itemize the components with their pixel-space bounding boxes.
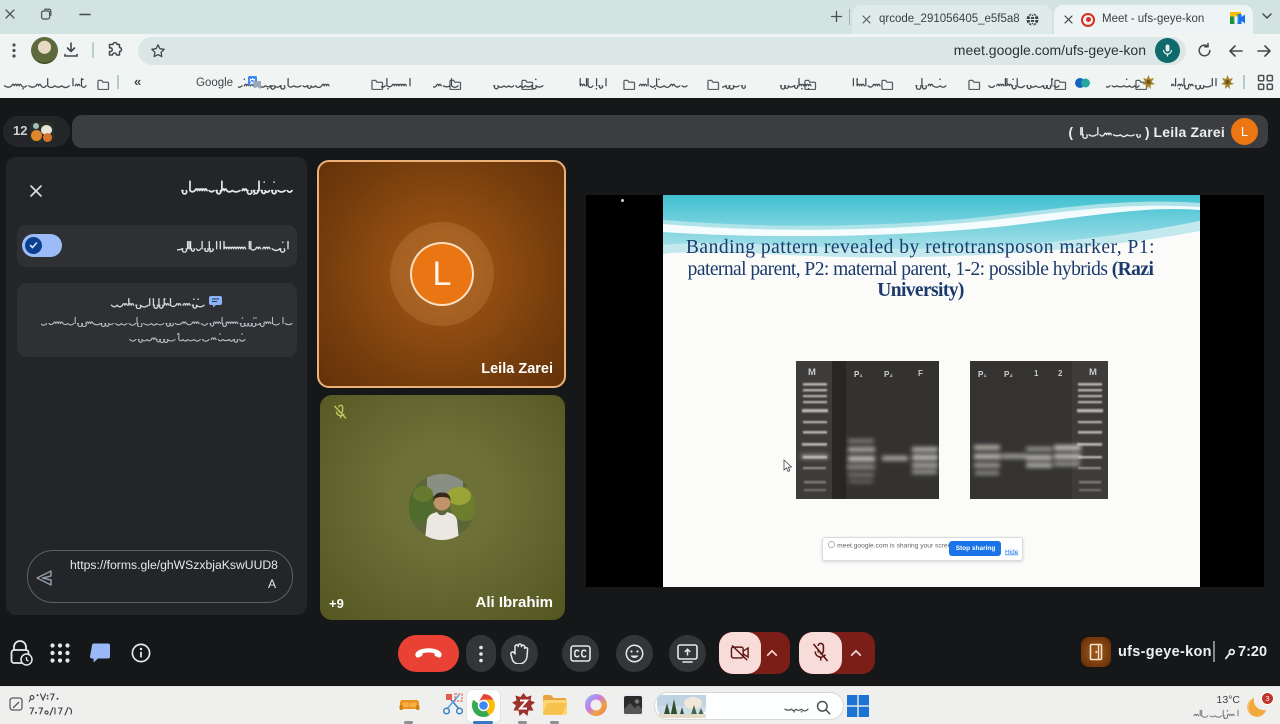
svg-text:P₂: P₂ [1004, 370, 1013, 379]
svg-text:P₁: P₁ [854, 370, 863, 379]
svg-text:M: M [1089, 367, 1097, 378]
svg-text:2: 2 [1058, 369, 1063, 378]
svg-text:P₁: P₁ [978, 370, 987, 379]
svg-text:M: M [808, 367, 816, 378]
svg-text:P₂: P₂ [884, 370, 893, 379]
svg-text:1: 1 [1034, 369, 1039, 378]
svg-text:F: F [918, 369, 923, 378]
